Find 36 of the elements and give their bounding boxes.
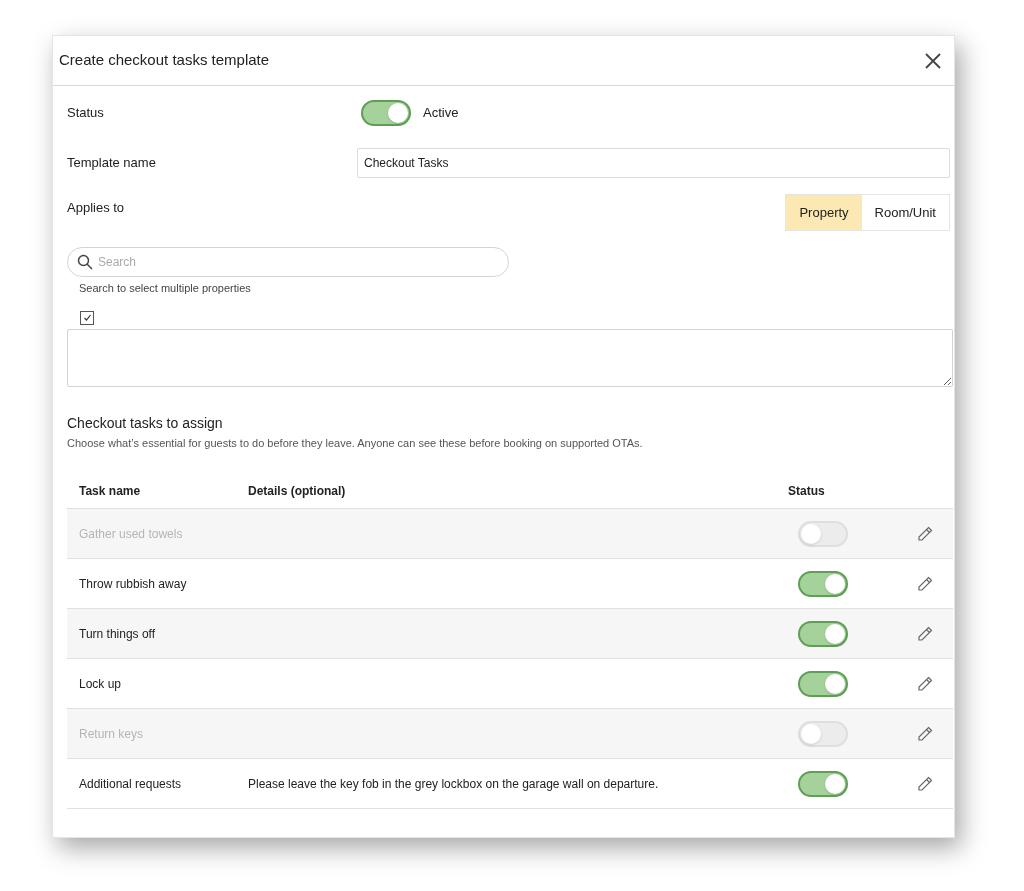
edit-icon[interactable] bbox=[916, 674, 934, 693]
toggle-switch[interactable] bbox=[361, 100, 411, 126]
segment-tab[interactable]: Property bbox=[786, 195, 862, 230]
search-icon bbox=[77, 254, 93, 270]
task-name: Return keys bbox=[78, 725, 145, 743]
toggle-switch[interactable] bbox=[798, 570, 848, 597]
section-title: Checkout tasks to assign bbox=[67, 413, 224, 433]
task-name: Gather used towels bbox=[78, 525, 184, 543]
edit-icon[interactable] bbox=[916, 524, 934, 543]
task-details: Please leave the key fob in the grey lockbox on the garage wall on departure. bbox=[248, 776, 659, 791]
task-name: Lock up bbox=[78, 675, 123, 693]
edit-icon[interactable] bbox=[916, 724, 934, 743]
checkbox[interactable] bbox=[80, 310, 94, 325]
task-name: Turn things off bbox=[78, 625, 157, 643]
edit-icon[interactable] bbox=[916, 774, 934, 793]
edit-icon[interactable] bbox=[916, 574, 934, 593]
checkmark-icon bbox=[82, 313, 92, 322]
field-label: Template name bbox=[67, 154, 157, 173]
toggle-switch[interactable] bbox=[798, 770, 848, 797]
search-field[interactable]: Search bbox=[67, 247, 509, 277]
field-label: Applies to bbox=[67, 199, 125, 217]
edit-icon[interactable] bbox=[916, 624, 934, 643]
toggle-switch[interactable] bbox=[798, 670, 848, 697]
column-header: Status bbox=[788, 482, 825, 500]
section-description: Choose what’s essential for guests to do before they leave. Anyone can see these before booking on supported OTAs. bbox=[67, 435, 644, 451]
column-header: Task name bbox=[78, 482, 142, 500]
dialog-title: Create checkout tasks template bbox=[59, 50, 270, 71]
close-icon[interactable] bbox=[924, 51, 942, 70]
template-name-field[interactable]: Checkout Tasks bbox=[357, 148, 950, 178]
task-name: Throw rubbish away bbox=[78, 575, 188, 593]
status-text: Active bbox=[423, 104, 459, 123]
search-hint: Search to select multiple properties bbox=[79, 281, 252, 296]
field-label: Status bbox=[67, 104, 105, 123]
column-header: Details (optional) bbox=[248, 482, 347, 500]
task-name: Additional requests bbox=[78, 775, 183, 793]
toggle-switch[interactable] bbox=[798, 620, 848, 647]
